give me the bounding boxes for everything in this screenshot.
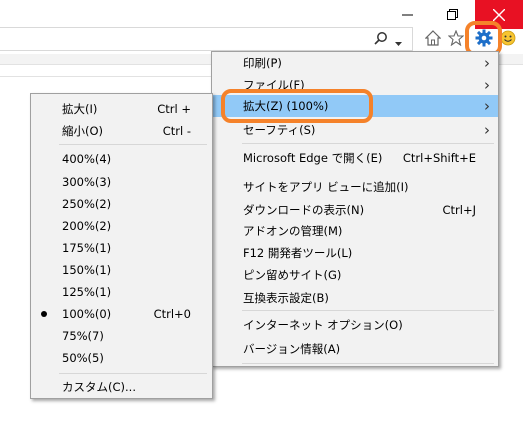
zoom-item-label: 150%(1): [62, 263, 112, 277]
menu-item-label: ピン留めサイト(G): [243, 268, 342, 282]
zoom-item-7[interactable]: 150%(1): [31, 259, 212, 281]
menu-item-4[interactable]: Microsoft Edge で開く(E) Ctrl+Shift+E: [212, 147, 498, 169]
zoom-highlight-annotation: [221, 89, 373, 123]
menu-item-label: ダウンロードの表示(N): [243, 203, 365, 217]
menu-item-label: 互換表示設定(B): [243, 291, 329, 305]
menu-item-shortcut: Ctrl+Shift+E: [402, 151, 476, 165]
menu-item-label: 印刷(P): [243, 56, 282, 70]
zoom-item-label: 50%(5): [62, 351, 104, 365]
menu-item-6[interactable]: ダウンロードの表示(N) Ctrl+J: [212, 199, 498, 221]
menu-item-8[interactable]: F12 開発者ツール(L): [212, 242, 498, 264]
chevron-right-icon: ›: [484, 121, 490, 139]
zoom-item-shortcut: Ctrl+0: [153, 307, 191, 321]
zoom-item-label: 75%(7): [62, 329, 104, 343]
divider: [0, 76, 213, 77]
zoom-item-0[interactable]: 拡大(I) Ctrl +: [31, 98, 212, 120]
menu-item-10[interactable]: 互換表示設定(B): [212, 287, 498, 309]
menu-item-11[interactable]: インターネット オプション(O): [212, 314, 498, 336]
zoom-item-label: 125%(1): [62, 285, 112, 299]
zoom-item-label: 200%(2): [62, 219, 112, 233]
zoom-item-6[interactable]: 175%(1): [31, 237, 212, 259]
zoom-submenu: 拡大(I) Ctrl + 縮小(O) Ctrl - 400%(4) 300%(3) 250%…: [30, 93, 213, 399]
menu-separator: [59, 144, 207, 145]
zoom-item-label: 400%(4): [62, 152, 112, 166]
chevron-down-icon[interactable]: [395, 36, 402, 50]
menu-item-label: インターネット オプション(O): [243, 318, 403, 332]
menu-item-label: バージョン情報(A): [243, 342, 341, 356]
address-bar[interactable]: [0, 27, 413, 51]
zoom-item-1[interactable]: 縮小(O) Ctrl -: [31, 120, 212, 142]
menu-item-label: Microsoft Edge で開く(E): [243, 151, 383, 165]
menu-item-5[interactable]: サイトをアプリ ビューに追加(I): [212, 176, 498, 198]
zoom-item-10[interactable]: 75%(7): [31, 325, 212, 347]
menu-item-9[interactable]: ピン留めサイト(G): [212, 264, 498, 286]
zoom-item-shortcut: Ctrl +: [157, 102, 191, 116]
zoom-item-shortcut: Ctrl -: [162, 124, 191, 138]
menu-separator: [59, 373, 207, 374]
menu-separator: [242, 143, 494, 144]
menu-item-label: アドオンの管理(M): [243, 224, 343, 238]
zoom-item-8[interactable]: 125%(1): [31, 281, 212, 303]
chevron-right-icon: ›: [484, 76, 490, 94]
zoom-item-label: 縮小(O): [62, 124, 104, 138]
zoom-item-2[interactable]: 400%(4): [31, 148, 212, 170]
zoom-item-label: 250%(2): [62, 197, 112, 211]
zoom-item-label: カスタム(C)...: [62, 380, 136, 394]
zoom-item-label: 拡大(I): [62, 102, 98, 116]
chevron-right-icon: ›: [484, 54, 490, 72]
menu-item-label: F12 開発者ツール(L): [243, 246, 353, 260]
zoom-item-9[interactable]: 100%(0) Ctrl+0: [31, 303, 212, 325]
minimize-icon: [402, 14, 413, 16]
zoom-item-label: 175%(1): [62, 241, 112, 255]
home-icon[interactable]: [424, 30, 442, 49]
zoom-item-label: 100%(0): [62, 307, 112, 321]
menu-item-label: サイトをアプリ ビューに追加(I): [243, 180, 409, 194]
menu-separator: [242, 363, 494, 364]
zoom-item-label: 300%(3): [62, 175, 112, 189]
chevron-right-icon: ›: [484, 97, 490, 115]
menu-item-12[interactable]: バージョン情報(A): [212, 338, 498, 360]
minimize-button[interactable]: [388, 0, 428, 29]
search-icon[interactable]: [374, 31, 388, 48]
menu-separator: [242, 310, 494, 311]
smiley-icon[interactable]: [500, 30, 516, 49]
zoom-item-12[interactable]: カスタム(C)...: [31, 376, 212, 398]
selected-bullet-icon: [41, 311, 47, 317]
menu-item-7[interactable]: アドオンの管理(M): [212, 220, 498, 242]
close-icon: [493, 9, 505, 21]
zoom-item-3[interactable]: 300%(3): [31, 171, 212, 193]
zoom-item-4[interactable]: 250%(2): [31, 193, 212, 215]
menu-item-0[interactable]: 印刷(P) ›: [212, 52, 498, 74]
star-icon[interactable]: [447, 29, 465, 49]
menu-item-shortcut: Ctrl+J: [442, 203, 477, 217]
zoom-item-5[interactable]: 200%(2): [31, 215, 212, 237]
zoom-item-11[interactable]: 50%(5): [31, 347, 212, 369]
